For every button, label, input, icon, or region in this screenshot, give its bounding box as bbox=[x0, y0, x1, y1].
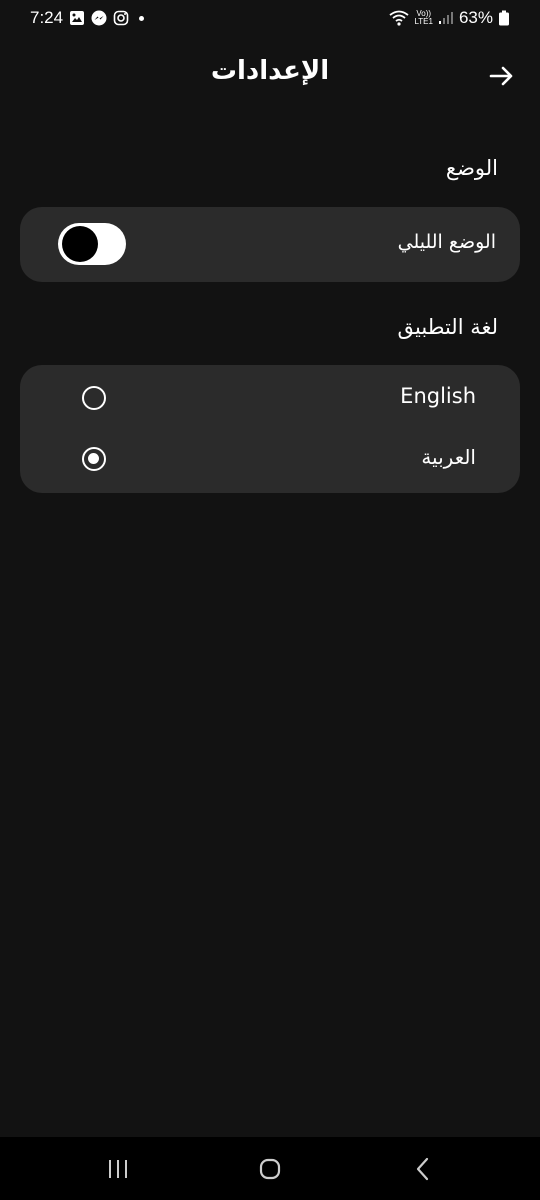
instagram-icon bbox=[113, 10, 129, 26]
recents-button[interactable] bbox=[98, 1155, 138, 1183]
language-section-label: لغة التطبيق bbox=[397, 315, 498, 339]
language-option-english[interactable]: English bbox=[20, 368, 520, 428]
radio-button-english[interactable] bbox=[82, 386, 106, 410]
status-bar: 7:24 Vo)) LTE1 63% bbox=[0, 0, 540, 40]
language-option-arabic[interactable]: العربية bbox=[20, 429, 520, 489]
status-left: 7:24 bbox=[30, 8, 145, 28]
language-card: English العربية bbox=[20, 365, 520, 493]
notification-dot-icon bbox=[139, 15, 145, 21]
language-option-label: العربية bbox=[421, 445, 476, 469]
page-title: الإعدادات bbox=[210, 56, 330, 86]
toggle-knob bbox=[62, 226, 98, 262]
home-icon bbox=[259, 1158, 281, 1180]
system-nav-bar bbox=[0, 1137, 540, 1200]
signal-icon bbox=[438, 10, 454, 26]
radio-button-arabic[interactable] bbox=[82, 447, 106, 471]
arrow-right-icon bbox=[489, 66, 513, 86]
nav-back-button[interactable] bbox=[402, 1155, 442, 1183]
gallery-icon bbox=[69, 10, 85, 26]
dark-mode-label: الوضع الليلي bbox=[397, 231, 496, 253]
dark-mode-toggle[interactable] bbox=[58, 223, 126, 265]
battery-icon bbox=[498, 10, 510, 26]
settings-screen: 7:24 Vo)) LTE1 63% الإعدادات الوضع الوضع… bbox=[0, 0, 540, 1200]
recents-icon bbox=[109, 1160, 127, 1178]
network-type: Vo)) LTE1 bbox=[414, 10, 433, 26]
status-right: Vo)) LTE1 63% bbox=[389, 8, 510, 28]
home-button[interactable] bbox=[250, 1155, 290, 1183]
wifi-icon bbox=[389, 10, 409, 26]
status-time: 7:24 bbox=[30, 8, 64, 27]
battery-percent: 63% bbox=[458, 8, 493, 27]
back-button[interactable] bbox=[486, 60, 518, 92]
app-header: الإعدادات bbox=[0, 48, 540, 104]
back-chevron-icon bbox=[416, 1157, 429, 1181]
mode-section-label: الوضع bbox=[445, 156, 498, 180]
dark-mode-card: الوضع الليلي bbox=[20, 207, 520, 282]
language-option-label: English bbox=[400, 384, 476, 408]
messenger-icon bbox=[91, 10, 107, 26]
lte-text: LTE1 bbox=[414, 17, 433, 26]
